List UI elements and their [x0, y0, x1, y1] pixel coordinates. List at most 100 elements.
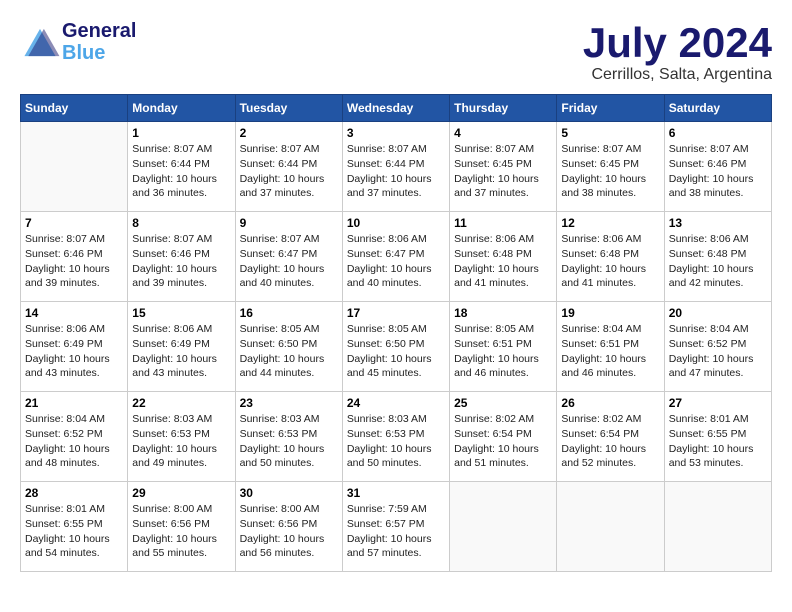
calendar-cell: 10 Sunrise: 8:06 AM Sunset: 6:47 PM Dayli… — [342, 212, 449, 302]
calendar-cell: 29Sunrise: 8:00 AM Sunset: 6:56 PM Dayli… — [128, 482, 235, 572]
day-number: 5 — [561, 126, 659, 140]
calendar-week-row: 1 Sunrise: 8:07 AM Sunset: 6:44 PM Daylig… — [21, 122, 772, 212]
calendar-cell: 30Sunrise: 8:00 AM Sunset: 6:56 PM Dayli… — [235, 482, 342, 572]
col-monday: Monday — [128, 95, 235, 122]
day-number: 31 — [347, 486, 445, 500]
day-number: 1 — [132, 126, 230, 140]
calendar-cell: 11Sunrise: 8:06 AM Sunset: 6:48 PM Dayli… — [450, 212, 557, 302]
day-number: 13 — [669, 216, 767, 230]
day-number: 19 — [561, 306, 659, 320]
day-number: 22 — [132, 396, 230, 410]
calendar-body: 1 Sunrise: 8:07 AM Sunset: 6:44 PM Daylig… — [21, 122, 772, 572]
day-info: Sunrise: 8:06 AM Sunset: 6:48 PM Dayligh… — [669, 232, 767, 291]
logo-text-line2: Blue — [62, 42, 136, 64]
day-info: Sunrise: 8:07 AM Sunset: 6:47 PM Dayligh… — [240, 232, 338, 291]
day-info: Sunrise: 8:00 AM Sunset: 6:56 PM Dayligh… — [132, 502, 230, 561]
day-number: 12 — [561, 216, 659, 230]
day-number: 6 — [669, 126, 767, 140]
day-info: Sunrise: 8:07 AM Sunset: 6:46 PM Dayligh… — [132, 232, 230, 291]
day-number: 16 — [240, 306, 338, 320]
day-number: 7 — [25, 216, 123, 230]
day-info: Sunrise: 8:02 AM Sunset: 6:54 PM Dayligh… — [561, 412, 659, 471]
calendar-cell: 14Sunrise: 8:06 AM Sunset: 6:49 PM Dayli… — [21, 302, 128, 392]
calendar-cell: 27 Sunrise: 8:01 AM Sunset: 6:55 PM Dayli… — [664, 392, 771, 482]
day-info: Sunrise: 8:01 AM Sunset: 6:55 PM Dayligh… — [25, 502, 123, 561]
calendar-cell: 19 Sunrise: 8:04 AM Sunset: 6:51 PM Dayli… — [557, 302, 664, 392]
calendar-table: Sunday Monday Tuesday Wednesday Thursday… — [20, 94, 772, 572]
day-info: Sunrise: 8:06 AM Sunset: 6:49 PM Dayligh… — [132, 322, 230, 381]
logo-icon — [20, 25, 60, 60]
day-number: 3 — [347, 126, 445, 140]
col-saturday: Saturday — [664, 95, 771, 122]
calendar-cell: 20Sunrise: 8:04 AM Sunset: 6:52 PM Dayli… — [664, 302, 771, 392]
day-info: Sunrise: 8:05 AM Sunset: 6:50 PM Dayligh… — [240, 322, 338, 381]
day-info: Sunrise: 8:03 AM Sunset: 6:53 PM Dayligh… — [347, 412, 445, 471]
calendar-cell: 17 Sunrise: 8:05 AM Sunset: 6:50 PM Dayli… — [342, 302, 449, 392]
calendar-cell: 6 Sunrise: 8:07 AM Sunset: 6:46 PM Daylig… — [664, 122, 771, 212]
day-number: 2 — [240, 126, 338, 140]
calendar-cell: 1 Sunrise: 8:07 AM Sunset: 6:44 PM Daylig… — [128, 122, 235, 212]
calendar-header: Sunday Monday Tuesday Wednesday Thursday… — [21, 95, 772, 122]
col-friday: Friday — [557, 95, 664, 122]
calendar-cell — [21, 122, 128, 212]
title-area: July 2024 Cerrillos, Salta, Argentina — [583, 20, 772, 84]
month-title: July 2024 — [583, 20, 772, 66]
calendar-cell: 26Sunrise: 8:02 AM Sunset: 6:54 PM Dayli… — [557, 392, 664, 482]
calendar-cell: 15 Sunrise: 8:06 AM Sunset: 6:49 PM Dayli… — [128, 302, 235, 392]
day-number: 9 — [240, 216, 338, 230]
day-info: Sunrise: 8:04 AM Sunset: 6:51 PM Dayligh… — [561, 322, 659, 381]
calendar-cell: 9 Sunrise: 8:07 AM Sunset: 6:47 PM Daylig… — [235, 212, 342, 302]
day-info: Sunrise: 8:04 AM Sunset: 6:52 PM Dayligh… — [25, 412, 123, 471]
day-info: Sunrise: 8:06 AM Sunset: 6:47 PM Dayligh… — [347, 232, 445, 291]
day-info: Sunrise: 8:07 AM Sunset: 6:44 PM Dayligh… — [132, 142, 230, 201]
day-info: Sunrise: 8:05 AM Sunset: 6:51 PM Dayligh… — [454, 322, 552, 381]
col-thursday: Thursday — [450, 95, 557, 122]
day-info: Sunrise: 8:06 AM Sunset: 6:48 PM Dayligh… — [561, 232, 659, 291]
calendar-week-row: 7 Sunrise: 8:07 AM Sunset: 6:46 PM Daylig… — [21, 212, 772, 302]
day-number: 27 — [669, 396, 767, 410]
calendar-cell: 2 Sunrise: 8:07 AM Sunset: 6:44 PM Daylig… — [235, 122, 342, 212]
logo-text-line1: General — [62, 20, 136, 42]
day-number: 21 — [25, 396, 123, 410]
day-number: 4 — [454, 126, 552, 140]
day-info: Sunrise: 8:07 AM Sunset: 6:46 PM Dayligh… — [669, 142, 767, 201]
day-info: Sunrise: 8:07 AM Sunset: 6:45 PM Dayligh… — [454, 142, 552, 201]
calendar-cell: 22 Sunrise: 8:03 AM Sunset: 6:53 PM Dayli… — [128, 392, 235, 482]
day-info: Sunrise: 8:03 AM Sunset: 6:53 PM Dayligh… — [132, 412, 230, 471]
day-info: Sunrise: 7:59 AM Sunset: 6:57 PM Dayligh… — [347, 502, 445, 561]
day-info: Sunrise: 8:07 AM Sunset: 6:46 PM Dayligh… — [25, 232, 123, 291]
calendar-week-row: 28 Sunrise: 8:01 AM Sunset: 6:55 PM Dayli… — [21, 482, 772, 572]
day-info: Sunrise: 8:07 AM Sunset: 6:45 PM Dayligh… — [561, 142, 659, 201]
day-info: Sunrise: 8:07 AM Sunset: 6:44 PM Dayligh… — [347, 142, 445, 201]
day-info: Sunrise: 8:02 AM Sunset: 6:54 PM Dayligh… — [454, 412, 552, 471]
day-info: Sunrise: 8:04 AM Sunset: 6:52 PM Dayligh… — [669, 322, 767, 381]
day-info: Sunrise: 8:05 AM Sunset: 6:50 PM Dayligh… — [347, 322, 445, 381]
day-info: Sunrise: 8:03 AM Sunset: 6:53 PM Dayligh… — [240, 412, 338, 471]
day-number: 28 — [25, 486, 123, 500]
day-info: Sunrise: 8:00 AM Sunset: 6:56 PM Dayligh… — [240, 502, 338, 561]
day-number: 23 — [240, 396, 338, 410]
calendar-cell: 12 Sunrise: 8:06 AM Sunset: 6:48 PM Dayli… — [557, 212, 664, 302]
day-number: 15 — [132, 306, 230, 320]
calendar-cell: 8Sunrise: 8:07 AM Sunset: 6:46 PM Daylig… — [128, 212, 235, 302]
location-subtitle: Cerrillos, Salta, Argentina — [583, 66, 772, 84]
col-wednesday: Wednesday — [342, 95, 449, 122]
calendar-cell — [664, 482, 771, 572]
day-info: Sunrise: 8:06 AM Sunset: 6:48 PM Dayligh… — [454, 232, 552, 291]
calendar-cell — [557, 482, 664, 572]
day-info: Sunrise: 8:01 AM Sunset: 6:55 PM Dayligh… — [669, 412, 767, 471]
day-number: 14 — [25, 306, 123, 320]
day-number: 10 — [347, 216, 445, 230]
calendar-cell: 31 Sunrise: 7:59 AM Sunset: 6:57 PM Dayli… — [342, 482, 449, 572]
calendar-cell: 25Sunrise: 8:02 AM Sunset: 6:54 PM Dayli… — [450, 392, 557, 482]
col-sunday: Sunday — [21, 95, 128, 122]
header-row: Sunday Monday Tuesday Wednesday Thursday… — [21, 95, 772, 122]
calendar-cell: 5 Sunrise: 8:07 AM Sunset: 6:45 PM Daylig… — [557, 122, 664, 212]
day-info: Sunrise: 8:07 AM Sunset: 6:44 PM Dayligh… — [240, 142, 338, 201]
calendar-cell: 23 Sunrise: 8:03 AM Sunset: 6:53 PM Dayli… — [235, 392, 342, 482]
day-number: 17 — [347, 306, 445, 320]
calendar-week-row: 21 Sunrise: 8:04 AM Sunset: 6:52 PM Dayli… — [21, 392, 772, 482]
calendar-cell: 16 Sunrise: 8:05 AM Sunset: 6:50 PM Dayli… — [235, 302, 342, 392]
calendar-cell: 3 Sunrise: 8:07 AM Sunset: 6:44 PM Daylig… — [342, 122, 449, 212]
page-header: General Blue July 2024 Cerrillos, Salta,… — [20, 20, 772, 84]
